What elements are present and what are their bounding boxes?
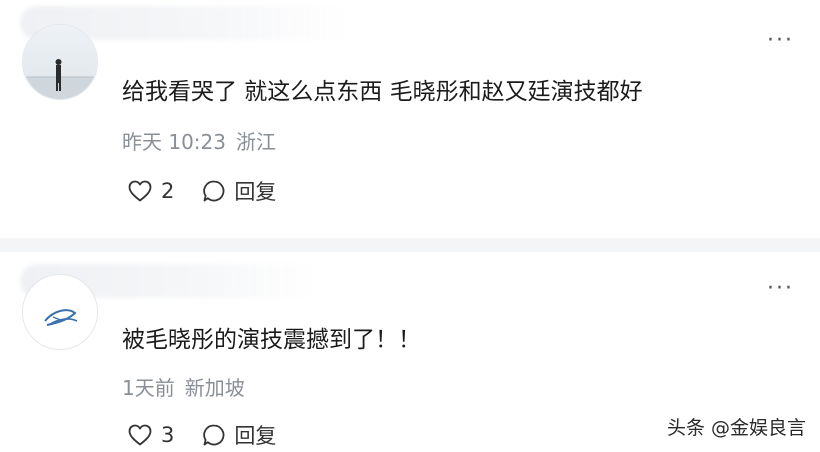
heart-icon [128, 180, 152, 202]
avatar[interactable] [22, 274, 98, 350]
more-dots-icon[interactable]: ··· [767, 278, 794, 300]
comment-time: 1天前 [122, 376, 175, 400]
avatar[interactable] [22, 24, 98, 100]
reply-button[interactable]: 回复 [202, 420, 276, 450]
heart-icon [128, 424, 152, 446]
reply-button[interactable]: 回复 [202, 176, 276, 206]
comment-text: 给我看哭了 就这么点东西 毛晓彤和赵又廷演技都好 [122, 79, 643, 105]
comment-actions: 3 回复 [128, 420, 276, 450]
comment-time: 昨天 10:23 [122, 130, 226, 154]
comment-location: 浙江 [236, 130, 276, 154]
reply-label: 回复 [234, 424, 277, 448]
comment-text: 被毛晓彤的演技震撼到了！！ [122, 327, 421, 353]
comment-meta: 1天前 新加坡 [122, 372, 245, 401]
comment-location: 新加坡 [184, 376, 245, 400]
divider [0, 238, 820, 252]
comment-bubble-icon [203, 180, 225, 202]
like-button[interactable]: 2 [128, 179, 174, 203]
comment-bubble-icon [203, 424, 225, 446]
like-count: 2 [161, 179, 175, 203]
reply-label: 回复 [234, 180, 277, 204]
watermark: 头条 @金娱良言 [666, 417, 806, 439]
comment-actions: 2 回复 [128, 176, 276, 206]
more-dots-icon[interactable]: ··· [767, 30, 794, 52]
like-button[interactable]: 3 [128, 423, 174, 447]
like-count: 3 [161, 423, 175, 447]
comment-item: ··· 给我看哭了 就这么点东西 毛晓彤和赵又廷演技都好 昨天 10:23 浙江 … [0, 0, 820, 230]
comment-meta: 昨天 10:23 浙江 [122, 126, 276, 155]
